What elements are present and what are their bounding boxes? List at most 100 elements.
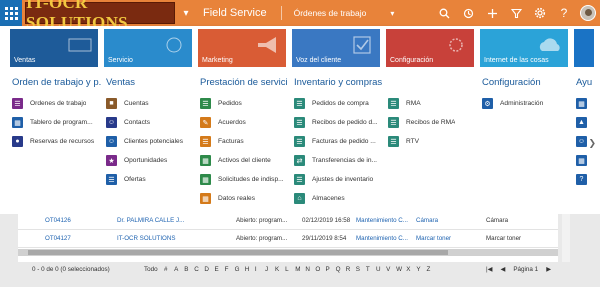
company-logo[interactable]: IT-OCR SOLUTIONS (25, 0, 175, 32)
letter-filter[interactable]: B (184, 266, 194, 273)
letter-filter[interactable]: G (235, 266, 245, 273)
search-icon[interactable] (432, 0, 456, 26)
help-icon[interactable]: ? (552, 0, 576, 26)
letter-filter[interactable]: C (194, 266, 204, 273)
recent-icon[interactable] (456, 0, 480, 26)
vertical-scrollbar[interactable] (562, 214, 570, 262)
row-account-link[interactable]: Dr. PALMIRA CALLE J... (117, 217, 197, 224)
nav-item-invoices[interactable]: ☰ Facturas (200, 132, 288, 151)
nav-item-agreements[interactable]: ✎ Acuerdos (200, 113, 288, 132)
letter-filter[interactable]: R (346, 266, 356, 273)
po-receipts-icon: ☰ (294, 117, 305, 128)
letter-filter[interactable]: I (255, 266, 265, 273)
plus-icon[interactable] (480, 0, 504, 26)
letter-filter[interactable]: H (245, 266, 255, 273)
letter-filter[interactable]: J (265, 266, 275, 273)
row-id-link[interactable]: OT04127 (45, 235, 71, 242)
nav-item-help-5[interactable]: ? (576, 170, 600, 189)
scrollbar-thumb[interactable] (28, 250, 448, 255)
letter-filter[interactable]: Q (336, 266, 346, 273)
letter-filter-all[interactable]: Todo (144, 266, 164, 273)
cloud-icon (539, 38, 560, 51)
first-page-icon[interactable]: |◀ (486, 266, 492, 273)
gear-icon[interactable] (528, 0, 552, 26)
nav-item-unavailability[interactable]: ▦ Solicitudes de indisp... (200, 170, 288, 189)
nav-item-purchase-orders[interactable]: ☰ Pedidos de compra (294, 94, 382, 113)
letter-filter[interactable]: O (315, 266, 325, 273)
nav-item-accounts[interactable]: ■ Cuentas (106, 94, 192, 113)
nav-item-resource-bookings[interactable]: ● Reservas de recursos (12, 132, 102, 151)
letter-filter[interactable]: Z (426, 266, 436, 273)
nav-item-rtv[interactable]: ☰ RTV (388, 132, 468, 151)
purchase-orders-icon: ☰ (294, 98, 305, 109)
nav-item-customer-assets[interactable]: ▦ Activos del cliente (200, 151, 288, 170)
nav-item-help-4[interactable]: ▦ (576, 151, 600, 170)
nav-item-leads[interactable]: ☺ Clientes potenciales (106, 132, 192, 151)
tile-internet-de-las-cosas[interactable]: Internet de las cosas (480, 29, 568, 67)
previous-page-icon[interactable]: ◀ (500, 266, 505, 273)
sales-art-icon (68, 38, 92, 52)
letter-filter[interactable]: Y (416, 266, 426, 273)
nav-item-administration[interactable]: ⚙ Administración (482, 94, 566, 113)
letter-filter[interactable]: K (275, 266, 285, 273)
row-description: Marcar toner (486, 235, 522, 242)
tile-configuracion[interactable]: Configuración (386, 29, 474, 67)
letter-filter[interactable]: P (326, 266, 336, 273)
nav-item-help-1[interactable]: ▦ (576, 94, 600, 113)
letter-filter[interactable]: D (204, 266, 214, 273)
letter-filter[interactable]: W (396, 266, 406, 273)
next-page-icon[interactable]: ▶ (546, 266, 551, 273)
app-launcher-button[interactable] (0, 0, 22, 26)
nav-item-orders[interactable]: ☰ Pedidos (200, 94, 288, 113)
nav-item-schedule-board[interactable]: ▦ Tablero de program... (12, 113, 102, 132)
letter-filter[interactable]: X (406, 266, 416, 273)
letter-filter[interactable]: M (295, 266, 305, 273)
nav-item-warehouses[interactable]: ⌂ Almacenes (294, 189, 382, 208)
row-type-link[interactable]: Mantenimiento C... (356, 235, 414, 242)
filter-icon[interactable] (504, 0, 528, 26)
area-chevron-icon[interactable]: ▾ (390, 9, 394, 18)
nav-item-work-orders[interactable]: ☰ Órdenes de trabajo (12, 94, 102, 113)
nav-item-help-3[interactable]: ☺ (576, 132, 600, 151)
letter-filter[interactable]: S (356, 266, 366, 273)
table-row[interactable]: OT04127 IT-OCR SOLUTIONS Abierto: progra… (18, 230, 558, 248)
letter-filter[interactable]: T (366, 266, 376, 273)
letter-filter[interactable]: F (225, 266, 235, 273)
letter-filter[interactable]: U (376, 266, 386, 273)
nav-item-actuals[interactable]: ▦ Datos reales (200, 189, 288, 208)
horizontal-scrollbar[interactable] (18, 249, 558, 256)
tile-voz-del-cliente[interactable]: Voz del cliente (292, 29, 380, 67)
letter-filter[interactable]: L (285, 266, 295, 273)
letter-filter[interactable]: N (305, 266, 315, 273)
nav-item-inventory-transfers[interactable]: ⇄ Transferencias de in... (294, 151, 382, 170)
rma-receipts-icon: ☰ (388, 117, 399, 128)
letter-filter[interactable]: A (174, 266, 184, 273)
area-name[interactable]: Órdenes de trabajo (294, 8, 367, 18)
nav-item-rma[interactable]: ☰ RMA (388, 94, 468, 113)
tile-more[interactable] (574, 29, 594, 67)
row-incident-link[interactable]: Cámara (416, 217, 476, 224)
tile-ventas[interactable]: Ventas (10, 29, 98, 67)
chevron-down-icon[interactable]: ▾ (175, 0, 197, 26)
tile-servicio[interactable]: Servicio (104, 29, 192, 67)
row-type-link[interactable]: Mantenimiento C... (356, 217, 414, 224)
letter-filter[interactable]: V (386, 266, 396, 273)
letter-filter[interactable]: # (164, 266, 174, 273)
table-row[interactable]: OT04126 Dr. PALMIRA CALLE J... Abierto: … (18, 212, 558, 230)
avatar[interactable] (580, 5, 596, 21)
nav-item-po-bills[interactable]: ☰ Facturas de pedido ... (294, 132, 382, 151)
row-account-link[interactable]: IT-OCR SOLUTIONS (117, 235, 197, 242)
nav-item-rma-receipts[interactable]: ☰ Recibos de RMA (388, 113, 468, 132)
row-incident-link[interactable]: Marcar toner (416, 235, 476, 242)
help-item-icon: ? (576, 174, 587, 185)
nav-item-inventory-adjustments[interactable]: ☰ Ajustes de inventario (294, 170, 382, 189)
tile-marketing[interactable]: Marketing (198, 29, 286, 67)
row-id-link[interactable]: OT04126 (45, 217, 71, 224)
nav-item-po-receipts[interactable]: ☰ Recibos de pedido d... (294, 113, 382, 132)
app-name[interactable]: Field Service (203, 6, 282, 20)
nav-item-contacts[interactable]: ☺ Contacts (106, 113, 192, 132)
nav-item-help-2[interactable]: ▲ (576, 113, 600, 132)
nav-item-opportunities[interactable]: ★ Oportunidades (106, 151, 192, 170)
nav-item-quotes[interactable]: ☰ Ofertas (106, 170, 192, 189)
letter-filter[interactable]: E (214, 266, 224, 273)
